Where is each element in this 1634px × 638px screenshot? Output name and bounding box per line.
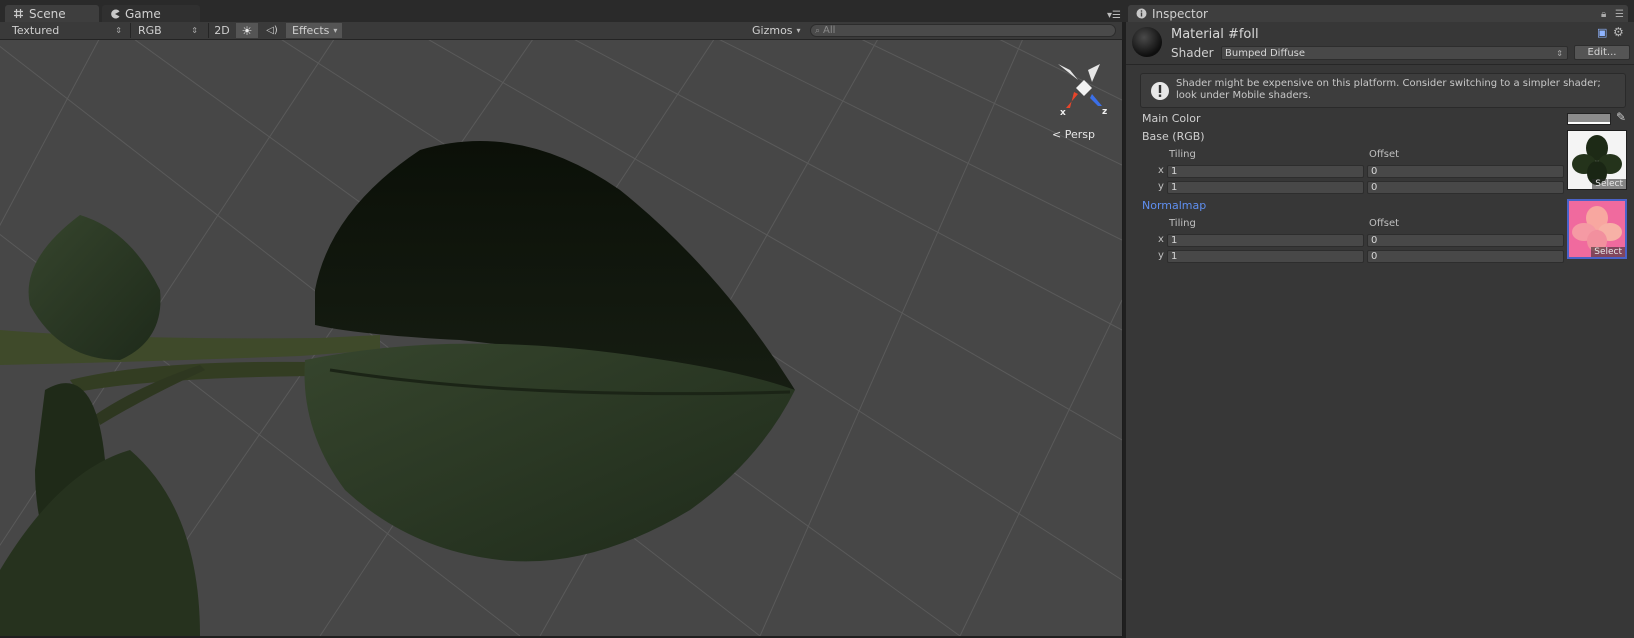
gizmos-label: Gizmos (752, 24, 793, 37)
tab-game[interactable]: Game (102, 5, 200, 22)
tab-game-label: Game (125, 6, 161, 21)
base-y-label: y (1158, 181, 1164, 192)
normalmap-y-label: y (1158, 250, 1164, 261)
scene-render (0, 40, 1122, 636)
gizmo-axis-z[interactable] (1090, 94, 1102, 106)
gizmo-center[interactable] (1076, 80, 1092, 96)
toggle-2d-label: 2D (214, 24, 230, 37)
base-texture-thumbnail[interactable]: Select (1567, 130, 1627, 190)
tab-scene[interactable]: Scene (5, 5, 99, 22)
toggle-2d-button[interactable]: 2D (210, 23, 234, 38)
gizmo-z-label: z (1102, 107, 1107, 117)
chevron-down-icon: ▾ (333, 26, 338, 35)
shader-value: Bumped Diffuse (1225, 47, 1306, 59)
orientation-gizmo[interactable]: x z (1040, 58, 1110, 120)
info-icon (1136, 8, 1147, 19)
projection-toggle[interactable]: < Persp (1052, 128, 1095, 141)
main-color-swatch[interactable] (1567, 113, 1611, 125)
audio-toggle-button[interactable]: ◁) (260, 23, 284, 38)
normalmap-texture-thumbnail[interactable]: Select (1567, 199, 1627, 259)
projection-label: Persp (1064, 128, 1095, 141)
inspector-menu-icon[interactable]: ☰ (1615, 9, 1624, 20)
draw-mode-dropdown[interactable]: Textured ⇕ (6, 23, 128, 38)
scene-search-input[interactable]: ⌕ All (810, 24, 1116, 37)
effects-label: Effects (292, 24, 330, 37)
material-preview-icon (1132, 27, 1162, 57)
gear-icon[interactable]: ⚙ (1613, 25, 1624, 39)
base-tiling-y-field[interactable]: 1 (1167, 181, 1364, 194)
draw-mode-value: Textured (12, 24, 60, 37)
normalmap-offset-x-field[interactable]: 0 (1367, 234, 1564, 247)
warning-exclamation-icon (1151, 82, 1169, 100)
base-tiling-x-field[interactable]: 1 (1167, 165, 1364, 178)
lighting-toggle-button[interactable]: ☀ (236, 23, 258, 38)
effects-dropdown[interactable]: Effects ▾ (286, 23, 342, 38)
lock-icon[interactable]: 🔒︎ (1601, 9, 1606, 20)
dropdown-arrows-icon: ⇕ (115, 26, 122, 35)
base-texture-label: Base (RGB) (1142, 130, 1205, 143)
render-mode-value: RGB (138, 24, 162, 37)
render-mode-dropdown[interactable]: RGB ⇕ (132, 23, 204, 38)
perspective-icon: < (1052, 128, 1062, 141)
gizmo-axis-x[interactable] (1066, 92, 1078, 108)
inspector-panel: Material #foll Shader Bumped Diffuse ⇕ E… (1126, 22, 1634, 638)
base-offset-label: Offset (1369, 149, 1400, 160)
speaker-icon: ◁) (266, 25, 278, 36)
main-color-label: Main Color (1142, 112, 1201, 125)
warning-text: Shader might be expensive on this platfo… (1176, 78, 1601, 101)
edit-shader-label: Edit... (1587, 47, 1617, 58)
scene-grid-icon (14, 9, 23, 18)
base-offset-y-field[interactable]: 0 (1367, 181, 1564, 194)
game-pacman-icon (111, 9, 120, 18)
search-icon: ⌕ (815, 25, 821, 36)
normalmap-offset-y-field[interactable]: 0 (1367, 250, 1564, 263)
normalmap-tiling-y-field[interactable]: 1 (1167, 250, 1364, 263)
scene-viewport[interactable]: x z < Persp (0, 40, 1123, 636)
tab-scene-label: Scene (29, 6, 66, 21)
search-placeholder: All (823, 25, 836, 36)
normalmap-tiling-x-field[interactable]: 1 (1167, 234, 1364, 247)
base-tiling-label: Tiling (1169, 149, 1196, 160)
chevron-down-icon: ▾ (796, 26, 801, 35)
eyedropper-icon[interactable]: ✎ (1616, 110, 1626, 124)
gizmos-dropdown[interactable]: Gizmos ▾ (746, 23, 802, 38)
dropdown-arrows-icon: ⇕ (191, 26, 198, 35)
normalmap-tiling-label: Tiling (1169, 218, 1196, 229)
edit-shader-button[interactable]: Edit... (1574, 45, 1630, 60)
base-select-button[interactable]: Select (1592, 179, 1626, 189)
scene-toolbar: Textured ⇕ RGB ⇕ 2D ☀ ◁) Effects ▾ Gizmo… (0, 22, 1122, 40)
sun-icon: ☀ (241, 23, 253, 38)
tab-inspector[interactable]: Inspector (1128, 5, 1628, 22)
normalmap-offset-label: Offset (1369, 218, 1400, 229)
shader-warning-box: Shader might be expensive on this platfo… (1140, 73, 1626, 108)
normalmap-texture-label: Normalmap (1142, 199, 1207, 212)
material-name: Material #foll (1171, 27, 1259, 42)
base-offset-x-field[interactable]: 0 (1367, 165, 1564, 178)
dropdown-arrows-icon: ⇕ (1556, 48, 1563, 58)
gizmo-x-label: x (1060, 108, 1066, 118)
normalmap-x-label: x (1158, 234, 1164, 245)
shader-dropdown[interactable]: Bumped Diffuse ⇕ (1221, 46, 1568, 60)
shader-label: Shader (1171, 46, 1214, 60)
base-x-label: x (1158, 165, 1164, 176)
scene-panel-menu-icon[interactable]: ▾☰ (1107, 10, 1121, 21)
docs-icon[interactable]: ▣ (1597, 26, 1607, 39)
tab-inspector-label: Inspector (1152, 6, 1208, 21)
normalmap-select-button[interactable]: Select (1591, 247, 1625, 257)
